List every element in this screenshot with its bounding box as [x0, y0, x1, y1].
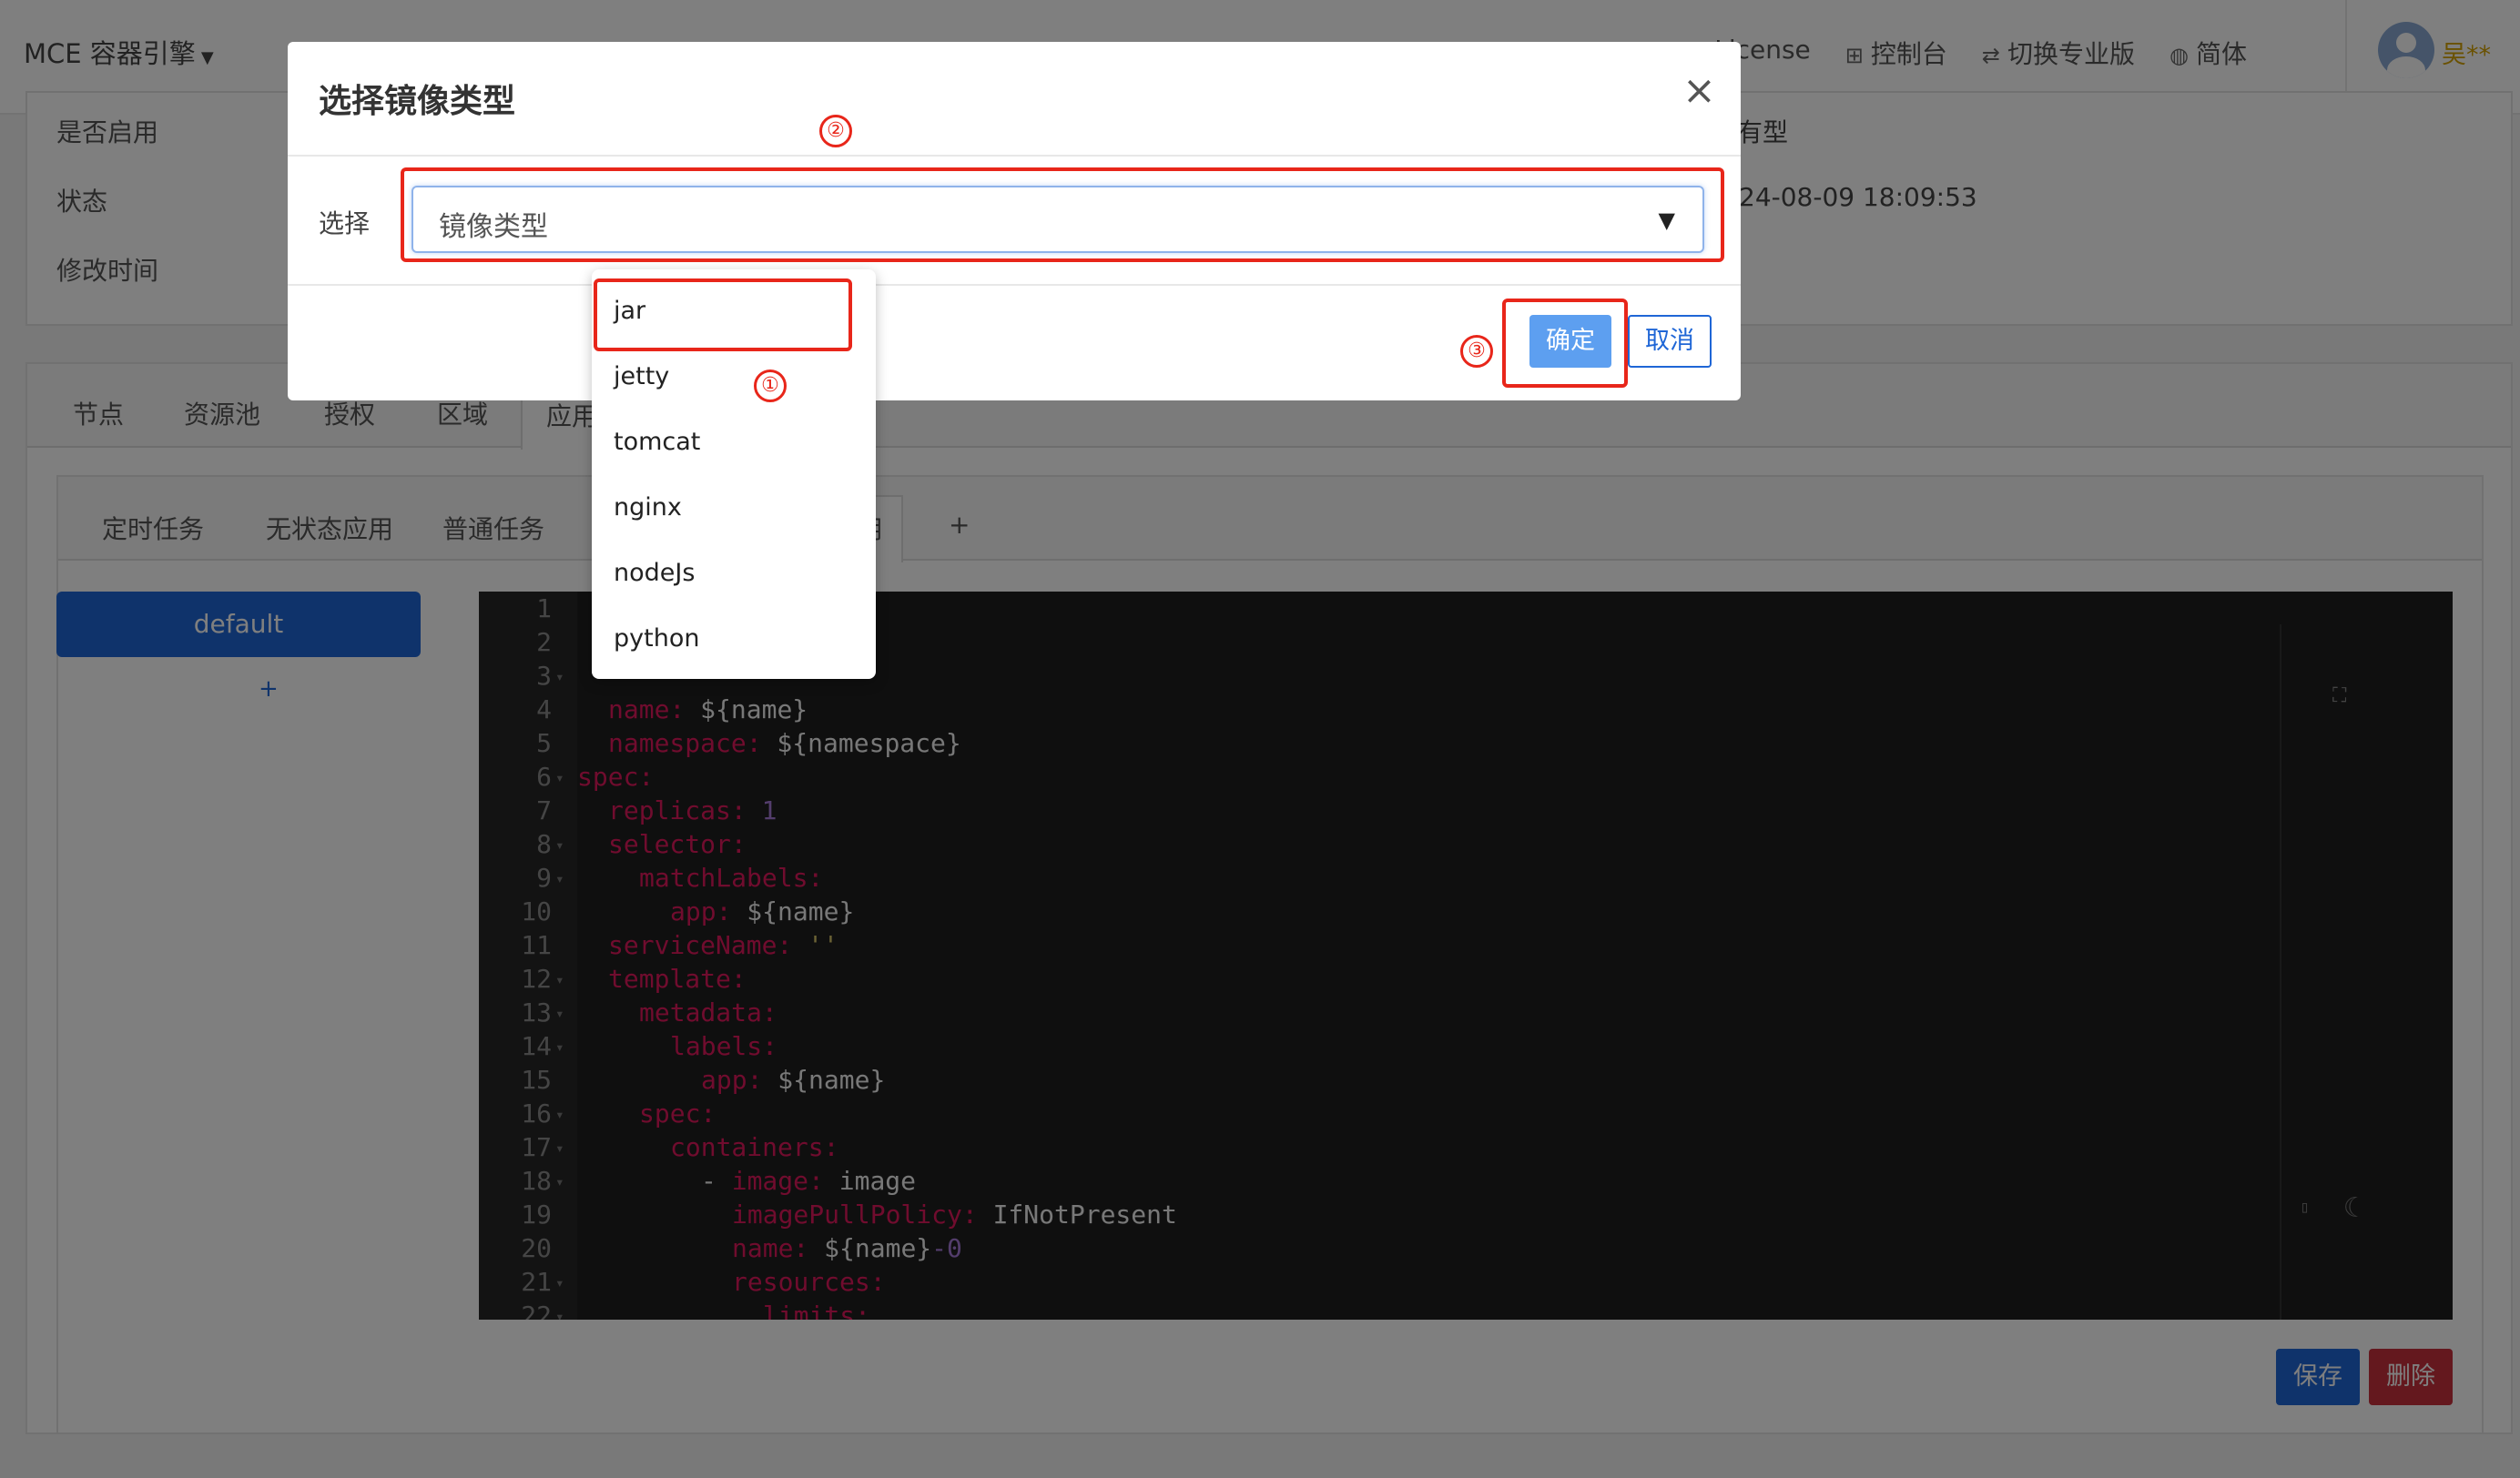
close-icon[interactable]: ×	[1682, 71, 1716, 111]
option-nginx[interactable]: nginx	[614, 493, 682, 521]
divider	[288, 155, 1741, 157]
option-python[interactable]: python	[614, 624, 699, 653]
annotation-number-1: ①	[754, 370, 787, 402]
annotation-box-confirm	[1502, 299, 1628, 388]
cancel-button[interactable]: 取消	[1628, 315, 1712, 368]
annotation-box-select	[401, 167, 1724, 262]
divider	[288, 284, 1741, 286]
annotation-number-3: ③	[1460, 335, 1493, 368]
option-tomcat[interactable]: tomcat	[614, 428, 700, 456]
option-nodejs[interactable]: nodeJs	[614, 559, 695, 587]
modal-title: 选择镜像类型	[319, 83, 516, 120]
option-jetty[interactable]: jetty	[614, 362, 669, 390]
annotation-number-2: ②	[819, 115, 852, 147]
annotation-box-jar	[594, 278, 852, 351]
select-label: 选择	[319, 208, 371, 238]
